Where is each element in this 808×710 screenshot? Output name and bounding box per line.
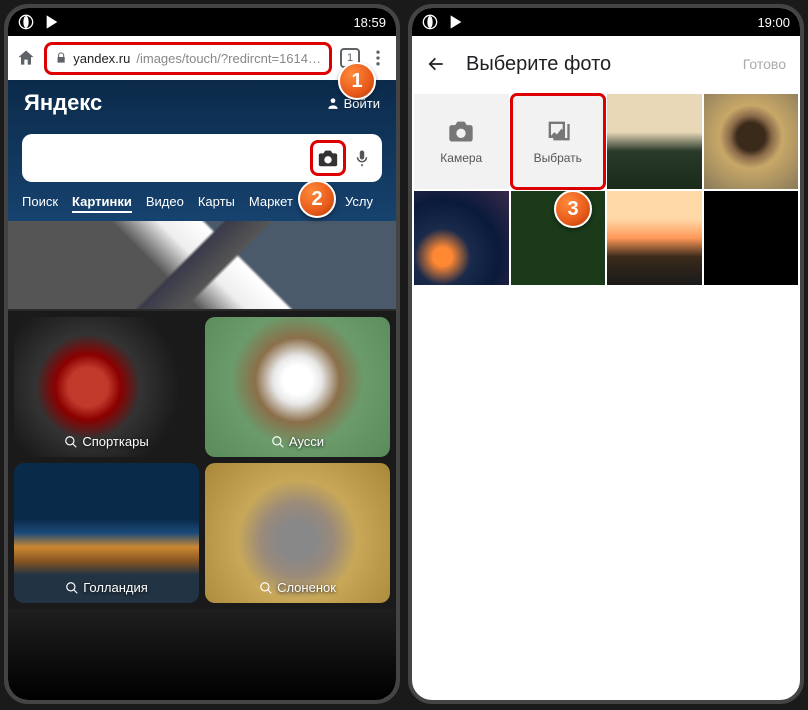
search-box[interactable] [22,134,382,182]
callout-2: 2 [298,180,336,218]
search-icon [64,435,78,449]
camera-icon [447,117,475,145]
search-by-image-button[interactable] [310,140,346,176]
trending-card[interactable]: Спорткары [14,317,199,457]
trending-grid: Спорткары Аусси Голландия Слоненок [8,311,396,609]
back-arrow-icon[interactable] [426,54,446,74]
search-icon [259,581,273,595]
camera-icon [317,147,339,169]
search-icon [271,435,285,449]
photo-grid: Камера Выбрать [412,92,800,287]
category-tabs: Поиск Картинки Видео Карты Маркет Кью Ус… [8,186,396,221]
tab-search[interactable]: Поиск [22,194,58,213]
url-bar[interactable]: yandex.ru/images/touch/?redircnt=1614… [44,42,332,75]
status-bar: 18:59 [8,8,396,36]
photo-thumbnail[interactable] [607,191,702,286]
trending-card[interactable]: Слоненок [205,463,390,603]
photo-thumbnail[interactable] [704,191,799,286]
callout-1: 1 [338,62,376,100]
search-icon [65,581,79,595]
photo-thumbnail[interactable] [704,94,799,189]
menu-kebab-icon[interactable] [368,48,388,68]
camera-tile[interactable]: Камера [414,94,509,189]
play-store-icon [44,14,60,30]
done-button[interactable]: Готово [743,56,786,72]
trending-card[interactable]: Голландия [14,463,199,603]
tab-video[interactable]: Видео [146,194,184,213]
opera-icon [422,14,438,30]
background-image [8,221,396,311]
tab-services[interactable]: Услу [345,194,373,213]
picker-toolbar: Выберите фото Готово [412,36,800,92]
microphone-icon [353,149,371,167]
phone-right: 19:00 Выберите фото Готово Камера Выбрат… [408,4,804,704]
status-bar: 19:00 [412,8,800,36]
gallery-icon [544,117,572,145]
play-store-icon [448,14,464,30]
status-time: 19:00 [757,15,790,30]
lock-icon [55,51,67,65]
choose-file-tile[interactable]: Выбрать [511,94,606,189]
trending-card[interactable]: Аусси [205,317,390,457]
photo-thumbnail[interactable] [414,191,509,286]
tab-maps[interactable]: Карты [198,194,235,213]
phone-left: 18:59 yandex.ru/images/touch/?redircnt=1… [4,4,400,704]
photo-thumbnail[interactable] [607,94,702,189]
tab-market[interactable]: Маркет [249,194,293,213]
url-host: yandex.ru [73,51,130,66]
url-path: /images/touch/?redircnt=1614… [136,51,321,66]
tab-images[interactable]: Картинки [72,194,132,213]
browser-toolbar: yandex.ru/images/touch/?redircnt=1614… 1 [8,36,396,80]
opera-icon [18,14,34,30]
user-icon [326,96,340,110]
voice-search-button[interactable] [350,149,374,167]
yandex-page: Яндекс Войти 2 Поиск Картинки Видео К [8,80,396,700]
yandex-logo[interactable]: Яндекс [24,90,102,116]
home-icon[interactable] [16,48,36,68]
callout-3: 3 [554,190,592,228]
picker-title: Выберите фото [466,53,723,76]
status-time: 18:59 [353,15,386,30]
